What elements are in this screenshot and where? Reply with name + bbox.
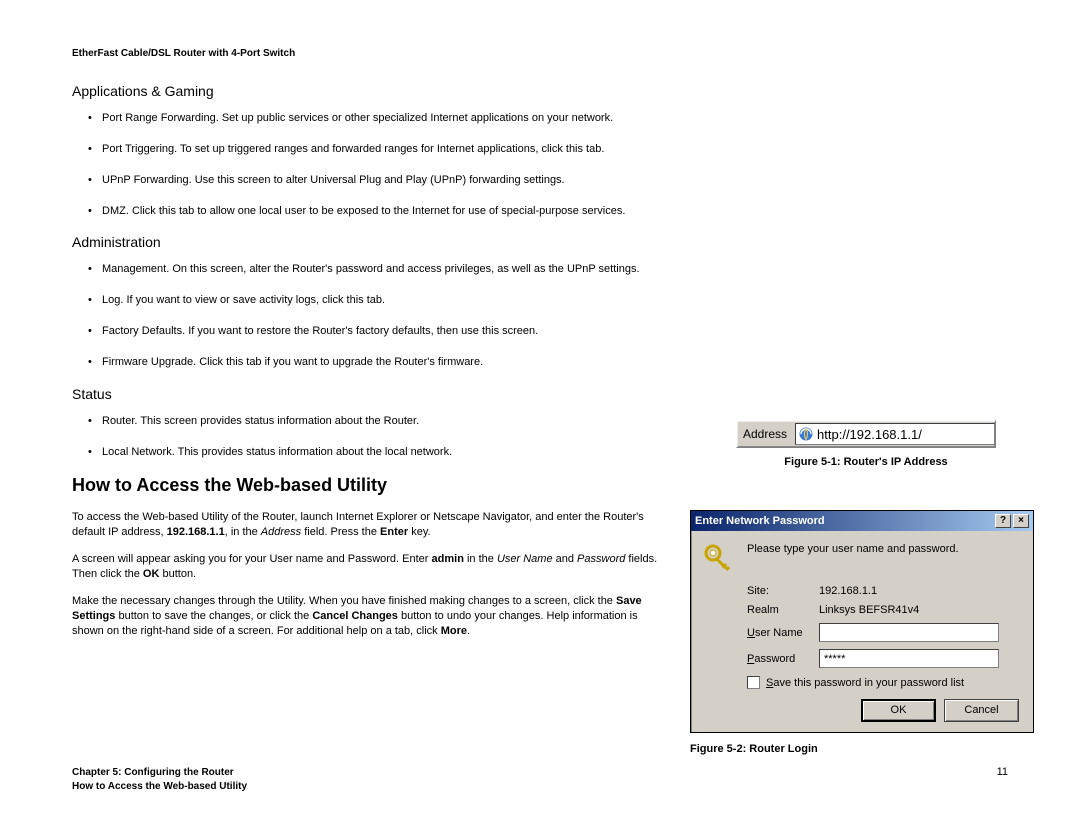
ip-bold: 192.168.1.1 — [167, 526, 225, 538]
close-button[interactable]: × — [1013, 514, 1029, 528]
main-heading: How to Access the Web-based Utility — [72, 475, 1008, 496]
list-item: Factory Defaults. If you want to restore… — [88, 324, 688, 339]
list-item: Management. On this screen, alter the Ro… — [88, 262, 688, 277]
list-item: Log. If you want to view or save activit… — [88, 293, 688, 308]
list-item: Router. This screen provides status info… — [88, 414, 688, 429]
bold: Cancel Changes — [312, 610, 398, 622]
dialog-title-text: Enter Network Password — [695, 515, 825, 527]
figure-2-caption: Figure 5-2: Router Login — [690, 743, 1034, 755]
figure-login-dialog: Enter Network Password ? × Please type y — [690, 510, 1034, 755]
site-value: 192.168.1.1 — [819, 585, 1021, 597]
ok-button[interactable]: OK — [861, 699, 936, 722]
paragraph-3: Make the necessary changes through the U… — [72, 594, 672, 639]
apps-gaming-list: Port Range Forwarding. Set up public ser… — [88, 111, 688, 218]
text: A screen will appear asking you for your… — [72, 553, 432, 565]
section-heading-apps-gaming: Applications & Gaming — [72, 83, 1008, 99]
save-password-checkbox[interactable] — [747, 676, 760, 689]
ie-icon — [798, 426, 814, 442]
bold: Enter — [380, 526, 408, 538]
section-heading-status: Status — [72, 386, 1008, 402]
paragraph-2: A screen will appear asking you for your… — [72, 552, 672, 582]
italic: Address — [261, 526, 301, 538]
username-label: User Name — [747, 627, 819, 639]
address-bar: Address http://192.168.1.1/ — [736, 420, 996, 448]
password-label: Password — [747, 653, 819, 665]
realm-value: Linksys BEFSR41v4 — [819, 604, 1021, 616]
footer-chapter: Chapter 5: Configuring the Router — [72, 766, 247, 780]
administration-list: Management. On this screen, alter the Ro… — [88, 262, 688, 369]
italic: Password — [577, 553, 625, 565]
list-item: Firmware Upgrade. Click this tab if you … — [88, 355, 688, 370]
text: button. — [159, 568, 196, 580]
text: . — [467, 625, 470, 637]
bold: More — [441, 625, 467, 637]
list-item: DMZ. Click this tab to allow one local u… — [88, 204, 688, 219]
bold: OK — [143, 568, 160, 580]
figure-address-bar: Address http://192.168.1.1/ Figure 5-1: … — [736, 420, 996, 468]
address-input[interactable]: http://192.168.1.1/ — [795, 423, 995, 445]
dialog-titlebar: Enter Network Password ? × — [691, 511, 1033, 531]
address-url-text: http://192.168.1.1/ — [817, 427, 922, 442]
realm-label: Realm — [747, 604, 819, 616]
save-password-label: Save this password in your password list — [766, 677, 964, 689]
section-heading-administration: Administration — [72, 234, 1008, 250]
status-list: Router. This screen provides status info… — [88, 414, 688, 460]
list-item: UPnP Forwarding. Use this screen to alte… — [88, 173, 688, 188]
bold: admin — [432, 553, 464, 565]
page-number: 11 — [997, 766, 1008, 778]
site-label: Site: — [747, 585, 819, 597]
text: button to save the changes, or click the — [115, 610, 312, 622]
dialog-window: Enter Network Password ? × Please type y — [690, 510, 1034, 733]
username-input[interactable] — [819, 623, 999, 642]
text: field. Press the — [301, 526, 380, 538]
text: , in the — [225, 526, 261, 538]
text: Make the necessary changes through the U… — [72, 595, 616, 607]
figure-1-caption: Figure 5-1: Router's IP Address — [736, 456, 996, 468]
password-input[interactable] — [819, 649, 999, 668]
cancel-button[interactable]: Cancel — [944, 699, 1019, 722]
text: in the — [464, 553, 497, 565]
address-label: Address — [737, 427, 795, 441]
key-icon — [703, 543, 735, 575]
footer-left: Chapter 5: Configuring the Router How to… — [72, 766, 247, 794]
list-item: Port Range Forwarding. Set up public ser… — [88, 111, 688, 126]
list-item: Local Network. This provides status info… — [88, 445, 688, 460]
text: and — [553, 553, 577, 565]
footer-section: How to Access the Web-based Utility — [72, 780, 247, 794]
text: key. — [408, 526, 430, 538]
dialog-prompt: Please type your user name and password. — [747, 543, 959, 555]
italic: User Name — [497, 553, 553, 565]
paragraph-1: To access the Web-based Utility of the R… — [72, 510, 672, 540]
list-item: Port Triggering. To set up triggered ran… — [88, 142, 688, 157]
help-button[interactable]: ? — [995, 514, 1011, 528]
document-title: EtherFast Cable/DSL Router with 4-Port S… — [72, 48, 1008, 59]
